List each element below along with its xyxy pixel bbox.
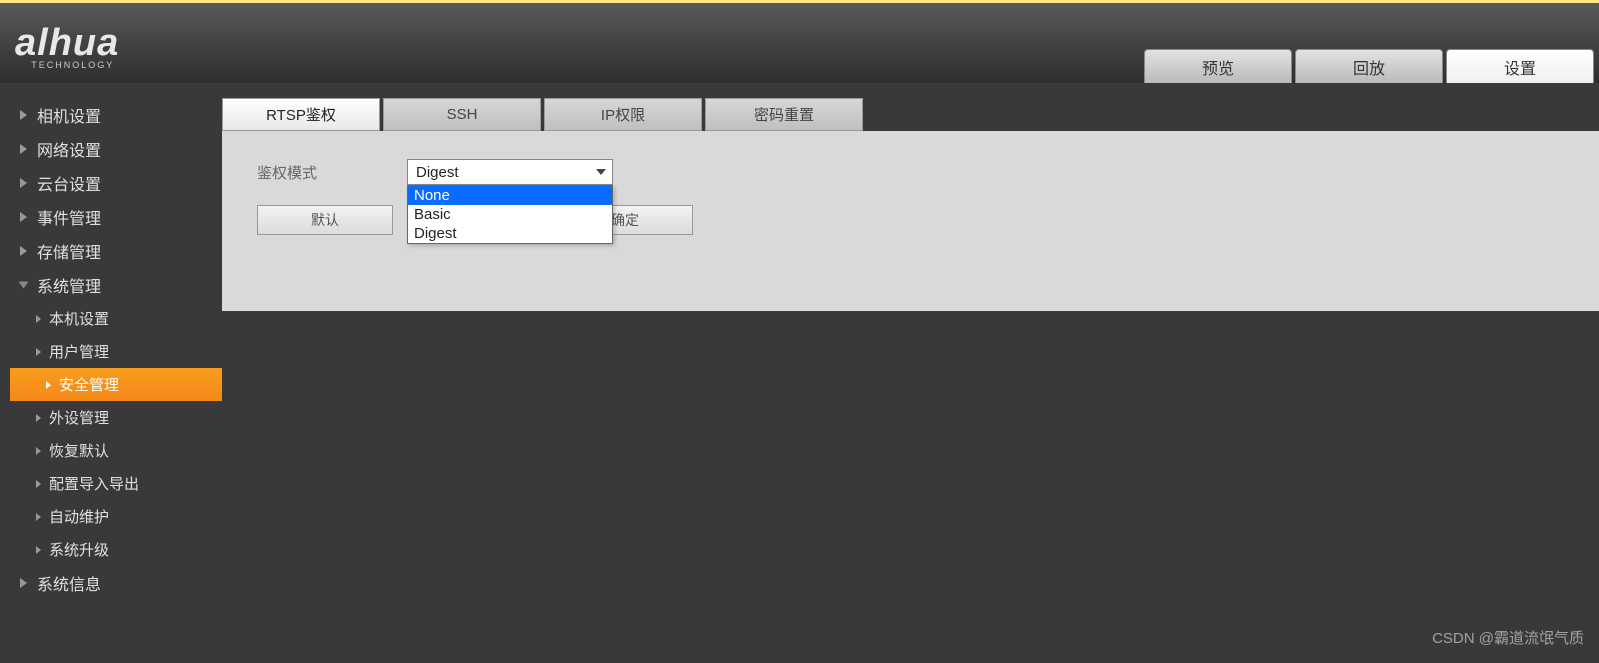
tab-ssh[interactable]: SSH: [383, 98, 541, 131]
logo-text: alhua: [15, 22, 119, 64]
sidebar-sub-label: 本机设置: [49, 308, 109, 329]
chevron-down-icon: [596, 169, 606, 175]
tab-label: IP权限: [601, 104, 645, 125]
tab-label: 密码重置: [754, 104, 814, 125]
tab-settings[interactable]: 设置: [1446, 49, 1594, 83]
auth-mode-row: 鉴权模式 Digest None Basic Digest: [257, 159, 1564, 185]
sidebar-sub-security[interactable]: 安全管理: [10, 368, 222, 401]
chevron-right-icon: [20, 212, 27, 222]
chevron-right-icon: [36, 513, 41, 521]
auth-mode-select[interactable]: Digest None Basic Digest: [407, 159, 613, 185]
sidebar-sub-user[interactable]: 用户管理: [0, 335, 222, 368]
tab-label: RTSP鉴权: [266, 104, 336, 125]
tab-password-reset[interactable]: 密码重置: [705, 98, 863, 131]
default-button[interactable]: 默认: [257, 205, 393, 235]
logo-subtitle: TECHNOLOGY: [31, 61, 114, 70]
option-label: None: [414, 187, 450, 204]
chevron-down-icon: [19, 282, 29, 289]
sidebar-item-ptz[interactable]: 云台设置: [0, 166, 222, 200]
sidebar-item-network[interactable]: 网络设置: [0, 132, 222, 166]
content-area: RTSP鉴权 SSH IP权限 密码重置 鉴权模式 Digest None Ba…: [222, 83, 1599, 663]
button-label: 默认: [311, 210, 339, 230]
sidebar-item-camera[interactable]: 相机设置: [0, 98, 222, 132]
chevron-right-icon: [36, 315, 41, 323]
sidebar-label: 系统信息: [37, 571, 101, 595]
content-tabs: RTSP鉴权 SSH IP权限 密码重置: [222, 98, 1599, 131]
option-none[interactable]: None: [408, 186, 612, 205]
sidebar-item-storage[interactable]: 存储管理: [0, 234, 222, 268]
sidebar-sub-restore[interactable]: 恢复默认: [0, 434, 222, 467]
chevron-right-icon: [36, 414, 41, 422]
chevron-right-icon: [36, 546, 41, 554]
tab-rtsp-auth[interactable]: RTSP鉴权: [222, 98, 380, 131]
sidebar-sub-peripheral[interactable]: 外设管理: [0, 401, 222, 434]
header: alhua TECHNOLOGY 预览 回放 设置: [0, 3, 1599, 83]
sidebar-sub-label: 外设管理: [49, 407, 109, 428]
chevron-right-icon: [36, 480, 41, 488]
button-label: 确定: [611, 210, 639, 230]
watermark: CSDN @霸道流氓气质: [1432, 627, 1584, 648]
option-label: Basic: [414, 206, 451, 223]
chevron-right-icon: [36, 348, 41, 356]
chevron-right-icon: [36, 447, 41, 455]
tab-ip-limit[interactable]: IP权限: [544, 98, 702, 131]
sidebar-sub-label: 恢复默认: [49, 440, 109, 461]
tab-preview-label: 预览: [1202, 55, 1234, 79]
main-area: 相机设置 网络设置 云台设置 事件管理 存储管理 系统管理 本机设置 用户管理 …: [0, 83, 1599, 663]
sidebar-item-system[interactable]: 系统管理: [0, 268, 222, 302]
sidebar-sub-upgrade[interactable]: 系统升级: [0, 533, 222, 566]
sidebar-sub-config[interactable]: 配置导入导出: [0, 467, 222, 500]
chevron-right-icon: [20, 110, 27, 120]
auth-mode-label: 鉴权模式: [257, 162, 337, 183]
sidebar: 相机设置 网络设置 云台设置 事件管理 存储管理 系统管理 本机设置 用户管理 …: [0, 83, 222, 663]
sidebar-sub-local[interactable]: 本机设置: [0, 302, 222, 335]
tab-playback[interactable]: 回放: [1295, 49, 1443, 83]
settings-panel: 鉴权模式 Digest None Basic Digest 默认 确定: [222, 131, 1599, 311]
option-digest[interactable]: Digest: [408, 224, 612, 243]
sidebar-sub-label: 自动维护: [49, 506, 109, 527]
tab-preview[interactable]: 预览: [1144, 49, 1292, 83]
chevron-right-icon: [20, 178, 27, 188]
tab-settings-label: 设置: [1504, 55, 1536, 79]
tab-label: SSH: [447, 106, 478, 123]
sidebar-item-info[interactable]: 系统信息: [0, 566, 222, 600]
chevron-right-icon: [20, 578, 27, 588]
chevron-right-icon: [20, 144, 27, 154]
sidebar-label: 存储管理: [37, 239, 101, 263]
sidebar-label: 事件管理: [37, 205, 101, 229]
sidebar-item-event[interactable]: 事件管理: [0, 200, 222, 234]
sidebar-sub-label: 用户管理: [49, 341, 109, 362]
sidebar-sub-auto[interactable]: 自动维护: [0, 500, 222, 533]
sidebar-sub-label: 安全管理: [59, 374, 119, 395]
sidebar-label: 相机设置: [37, 103, 101, 127]
sidebar-label: 系统管理: [37, 273, 101, 297]
chevron-right-icon: [20, 246, 27, 256]
tab-playback-label: 回放: [1353, 55, 1385, 79]
chevron-right-icon: [46, 381, 51, 389]
select-value: Digest: [416, 164, 459, 181]
sidebar-sub-label: 配置导入导出: [49, 473, 139, 494]
option-basic[interactable]: Basic: [408, 205, 612, 224]
sidebar-label: 云台设置: [37, 171, 101, 195]
auth-mode-dropdown: None Basic Digest: [407, 185, 613, 244]
sidebar-sub-label: 系统升级: [49, 539, 109, 560]
sidebar-label: 网络设置: [37, 137, 101, 161]
main-nav-tabs: 预览 回放 设置: [1144, 49, 1594, 83]
brand-logo: alhua TECHNOLOGY: [0, 24, 119, 62]
option-label: Digest: [414, 225, 457, 242]
